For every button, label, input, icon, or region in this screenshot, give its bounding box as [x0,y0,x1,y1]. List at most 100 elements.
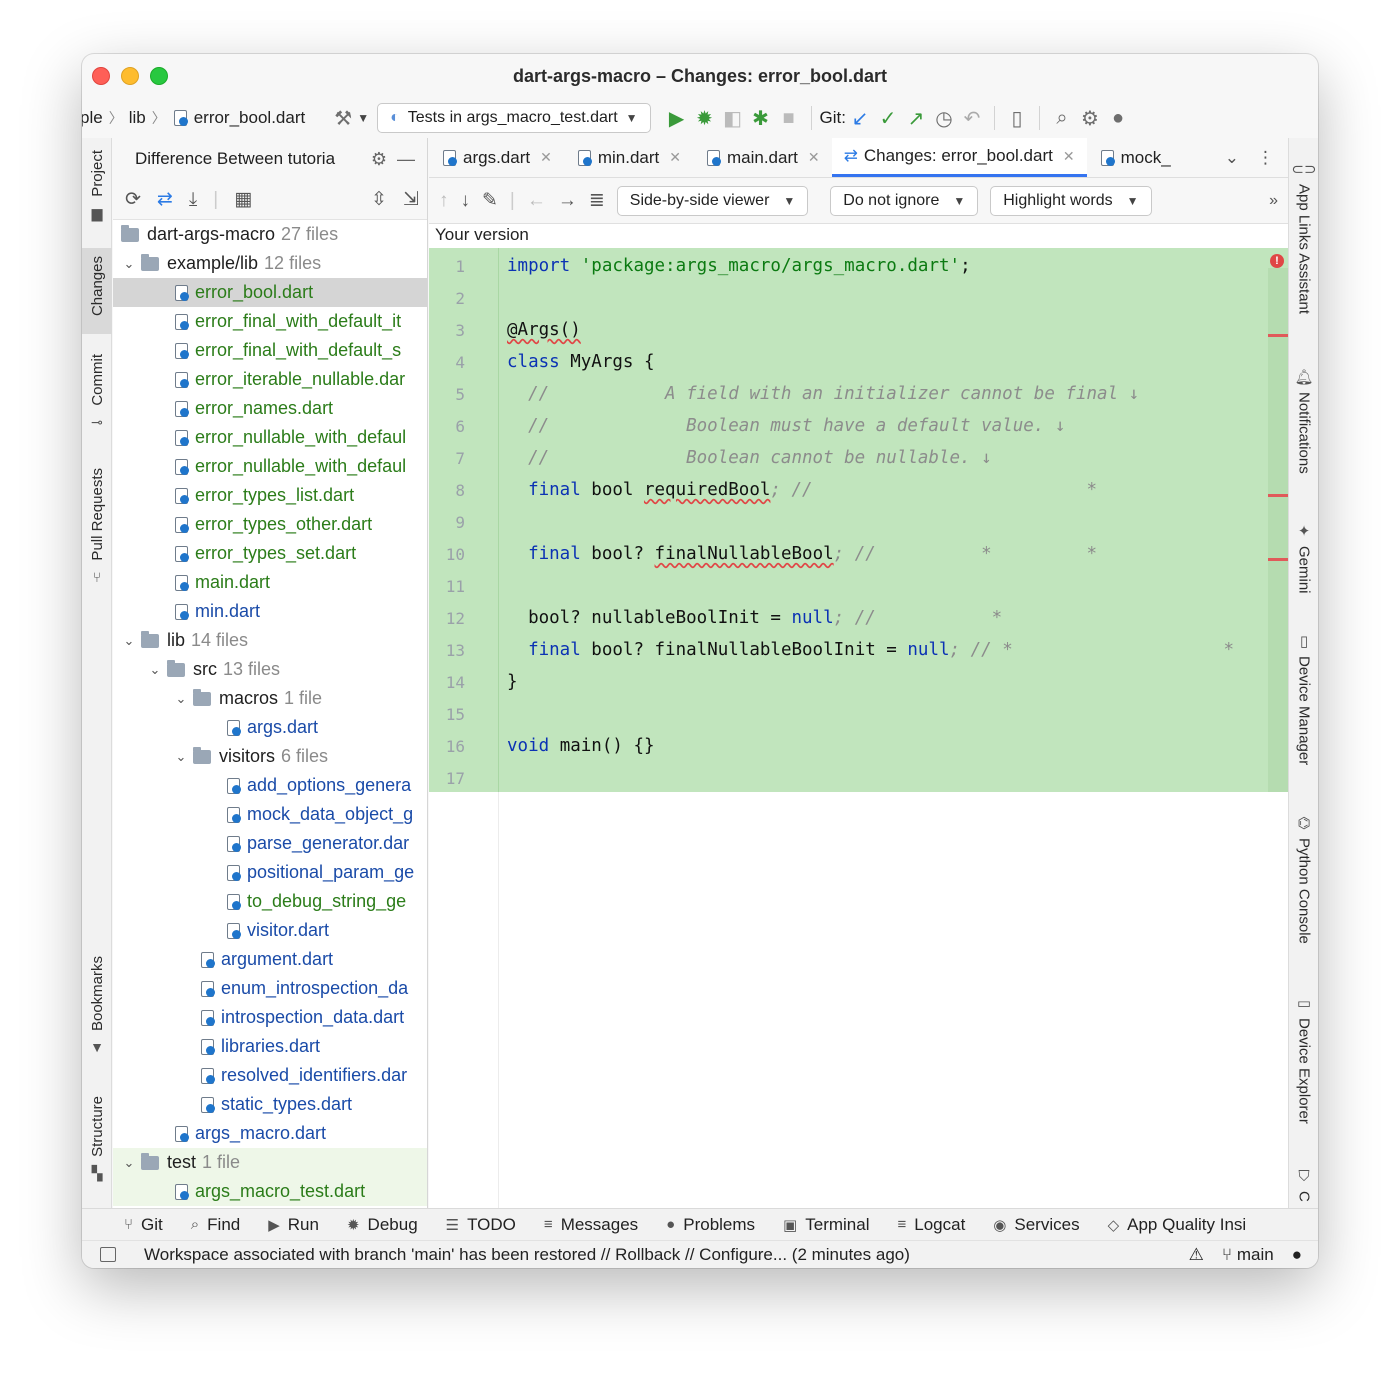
git-commit-icon[interactable]: ✓ [874,104,902,132]
rollback-icon[interactable]: ↶ [958,104,986,132]
tool-debug[interactable]: ✹ Debug [347,1215,418,1235]
tree-file[interactable]: argument.dart [113,945,427,974]
chevron-down-icon[interactable]: ⌄ [121,1155,137,1171]
branch-widget[interactable]: ⑂ main [1222,1245,1274,1265]
arrow-down-icon[interactable]: ↓ [461,190,471,212]
tree-file[interactable]: positional_param_ge [113,858,427,887]
chevron-down-icon[interactable]: ⌄ [173,749,189,765]
device-icon[interactable]: ▯ [1003,104,1031,132]
tool-tab-commit[interactable]: Commit ⊸ [82,354,112,431]
chevron-down-icon[interactable]: ▼ [357,111,369,125]
close-icon[interactable]: ✕ [540,149,552,166]
edit-icon[interactable]: ✎ [482,189,498,212]
run-icon[interactable]: ▶ [663,104,691,132]
tool-run[interactable]: ▶ Run [268,1215,319,1235]
tree-folder-example-lib[interactable]: ⌄ example/lib 12 files [113,249,427,278]
chevron-down-icon[interactable]: ⌄ [147,662,163,678]
tree-root[interactable]: dart-args-macro 27 files [113,220,427,249]
tool-tab-python-console[interactable]: ⌬ Python Console [1289,814,1318,944]
tree-file[interactable]: main.dart [113,568,427,597]
close-window-button[interactable] [92,67,110,85]
tree-file[interactable]: to_debug_string_ge [113,887,427,916]
tree-file[interactable]: error_types_other.dart [113,510,427,539]
tree-folder-macros[interactable]: ⌄ macros 1 file [113,684,427,713]
group-by-icon[interactable]: ▦ [234,188,252,211]
tree-file[interactable]: error_nullable_with_defaul [113,452,427,481]
arrow-right-icon[interactable]: → [558,190,577,212]
tool-tab-bookmarks[interactable]: Bookmarks ▼ [82,956,112,1055]
breadcrumb-item[interactable]: error_bool.dart [194,108,306,128]
tool-logcat[interactable]: ≡ Logcat [897,1215,965,1235]
zoom-window-button[interactable] [150,67,168,85]
tree-file[interactable]: resolved_identifiers.dar [113,1061,427,1090]
download-icon[interactable]: ⤓ [189,189,197,211]
tree-file[interactable]: error_names.dart [113,394,427,423]
tree-file[interactable]: error_nullable_with_defaul [113,423,427,452]
ignore-mode-select[interactable]: Do not ignore ▼ [830,185,979,216]
tree-file[interactable]: error_bool.dart [113,278,427,307]
close-icon[interactable]: ✕ [1063,148,1075,165]
tree-file[interactable]: min.dart [113,597,427,626]
tree-file[interactable]: error_types_list.dart [113,481,427,510]
menu-icon[interactable]: ≣ [589,189,605,212]
arrow-left-icon[interactable]: ← [527,190,546,212]
tree-file[interactable]: error_iterable_nullable.dar [113,365,427,394]
breadcrumb-item[interactable]: lib [129,108,146,128]
tree-file[interactable]: add_options_genera [113,771,427,800]
highlight-mode-select[interactable]: Highlight words ▼ [990,185,1152,216]
search-icon[interactable]: ⌕ [1048,104,1076,132]
code-pane[interactable]: ! 1 import 'package:args_macro/args_macro… [429,248,1288,1208]
tree-folder-visitors[interactable]: ⌄ visitors 6 files [113,742,427,771]
tree-folder-test[interactable]: ⌄ test 1 file [113,1148,427,1177]
tool-messages[interactable]: ≡ Messages [544,1215,638,1235]
error-icon[interactable]: ● [1292,1245,1302,1265]
tree-file[interactable]: visitor.dart [113,916,427,945]
tool-git[interactable]: ⑂ Git [124,1215,163,1235]
tool-app-quality[interactable]: ◇ App Quality Insi [1108,1215,1247,1235]
chevron-down-icon[interactable]: ⌄ [121,256,137,272]
tree-file[interactable]: mock_data_object_g [113,800,427,829]
tool-tab-project[interactable]: Project ▆ [82,150,112,222]
more-vertical-icon[interactable]: ⋮ [1257,148,1274,168]
tool-tab-pull-requests[interactable]: Pull Requests ⑂ [82,468,112,585]
close-icon[interactable]: ✕ [669,149,681,166]
tool-terminal[interactable]: ▣ Terminal [783,1215,869,1235]
show-diff-icon[interactable]: ⇄ [157,188,173,211]
tool-tab-truncated[interactable]: ⛉ C [1289,1168,1318,1202]
git-push-icon[interactable]: ↗ [902,104,930,132]
more-actions-icon[interactable]: » [1269,192,1278,210]
tool-tab-app-links[interactable]: ⊂⊃ App Links Assistant [1289,160,1318,314]
debug-icon[interactable]: ✹ [691,104,719,132]
gear-icon[interactable]: ⚙ [1076,104,1104,132]
tab-args-dart[interactable]: args.dart ✕ [429,138,564,177]
toggle-panels-icon[interactable] [100,1247,116,1262]
tree-file[interactable]: enum_introspection_da [113,974,427,1003]
tool-tab-notifications[interactable]: 🔔︎ Notifications [1289,368,1318,474]
minimize-window-button[interactable] [121,67,139,85]
collapse-all-icon[interactable]: ⇲ [403,188,419,211]
stop-icon[interactable]: ■ [775,104,803,132]
close-icon[interactable]: ✕ [808,149,820,166]
tree-file[interactable]: static_types.dart [113,1090,427,1119]
tree-file[interactable]: error_final_with_default_s [113,336,427,365]
breadcrumb-item[interactable]: ple [82,108,103,128]
tool-tab-structure[interactable]: Structure ▚ [82,1096,112,1182]
tool-todo[interactable]: ☰ TODO [446,1215,516,1235]
warning-icon[interactable]: ⚠ [1189,1245,1204,1265]
chevron-down-icon[interactable]: ⌄ [173,691,189,707]
tree-file[interactable]: args_macro.dart [113,1119,427,1148]
chevron-down-icon[interactable]: ⌄ [121,633,137,649]
tab-mock[interactable]: mock_ [1087,138,1183,177]
hammer-icon[interactable]: ⚒ [329,104,357,132]
tree-file[interactable]: args_macro_test.dart [113,1177,427,1206]
tree-folder-src[interactable]: ⌄ src 13 files [113,655,427,684]
account-icon[interactable]: ● [1104,104,1132,132]
tool-problems[interactable]: ● Problems [666,1215,755,1235]
history-icon[interactable]: ◷ [930,104,958,132]
gear-icon[interactable]: ⚙ [371,149,387,170]
tool-tab-device-explorer[interactable]: ▭ Device Explorer [1289,994,1318,1124]
tree-file[interactable]: parse_generator.dar [113,829,427,858]
tree-file[interactable]: error_final_with_default_it [113,307,427,336]
refresh-icon[interactable]: ⟳ [125,188,141,211]
tool-tab-device-manager[interactable]: ▯ Device Manager [1289,632,1318,765]
